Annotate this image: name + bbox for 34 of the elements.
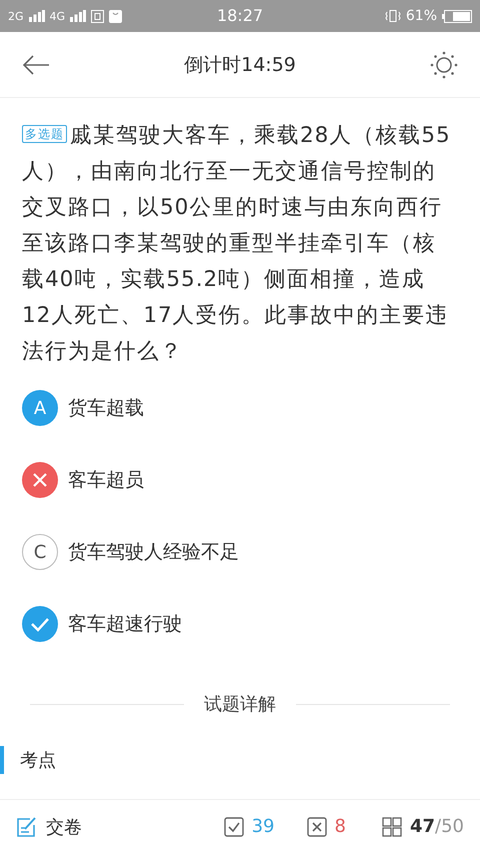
section-title: 考点	[20, 749, 56, 772]
sim-icon	[91, 10, 104, 22]
check-icon	[22, 606, 58, 642]
vibrate-icon	[384, 10, 401, 22]
bag-icon	[109, 10, 122, 22]
submit-button[interactable]: 交卷	[16, 814, 82, 838]
option-text[interactable]: 货车驾驶人经验不足	[68, 539, 239, 565]
signal-icon	[70, 10, 86, 22]
grid-icon	[382, 816, 402, 836]
option-letter: A	[22, 390, 58, 426]
cross-icon	[22, 462, 58, 498]
question-text: 多选题 戚某驾驶大客车，乘载28人（核载55人），由南向北行至一无交通信号控制的交叉路口，以50公里的时速与由东向西行至该路口李某驾驶的重型半挂牵引车（核载40吨，实载55.2吨）侧面相撞，造成12人死亡、17人受伤。此事故中的主要违法行为是什么？	[21, 122, 452, 366]
option-text[interactable]: 货车超载	[68, 395, 144, 421]
header-title: 倒计时14:59	[183, 52, 297, 78]
clock: 18:27	[216, 6, 264, 25]
network-label: 2G	[8, 10, 24, 22]
section-divider-label: 试题详解	[204, 693, 276, 716]
edit-icon	[16, 816, 38, 838]
battery-icon	[442, 10, 472, 22]
signal-icon	[28, 10, 45, 22]
sun-icon[interactable]	[430, 50, 458, 78]
network-label: 4G	[50, 10, 66, 22]
battery-level: 61%	[406, 8, 437, 24]
section-marker	[0, 746, 4, 774]
wrong-count: 8	[334, 816, 346, 837]
correct-count: 39	[252, 816, 275, 837]
option-text[interactable]: 客车超速行驶	[68, 611, 182, 637]
checkbox-icon	[224, 816, 244, 836]
cross-box-icon	[306, 816, 327, 836]
progress-button[interactable]: 47/50	[382, 816, 464, 837]
back-icon[interactable]	[22, 54, 50, 74]
question-type-tag: 多选题	[22, 125, 67, 143]
option-letter: C	[22, 534, 58, 570]
option-text[interactable]: 客车超员	[68, 467, 144, 493]
